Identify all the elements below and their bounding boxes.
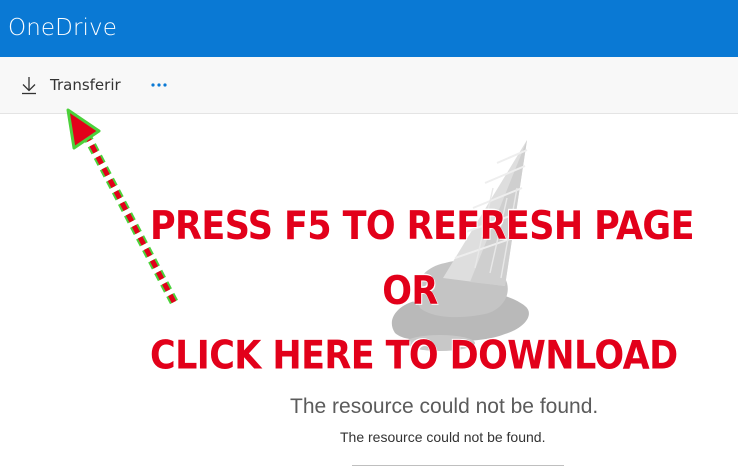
command-bar: Transferir	[0, 57, 738, 114]
more-options-button[interactable]	[148, 75, 172, 95]
download-icon	[18, 74, 40, 96]
download-label: Transferir	[50, 76, 121, 94]
overlay-line-2: OR	[382, 269, 438, 314]
ellipsis-icon	[151, 83, 167, 87]
overlay-line-3: CLICK HERE TO DOWNLOAD	[150, 334, 678, 379]
overlay-message[interactable]: PRESS F5 TO REFRESH PAGE OR CLICK HERE T…	[150, 194, 694, 389]
error-subtitle: The resource could not be found.	[340, 429, 546, 445]
download-button[interactable]: Transferir	[18, 68, 121, 102]
error-title: The resource could not be found.	[290, 395, 599, 418]
overlay-line-1: PRESS F5 TO REFRESH PAGE	[150, 204, 694, 249]
top-bar: OneDrive	[0, 0, 738, 57]
app-title[interactable]: OneDrive	[8, 15, 117, 41]
